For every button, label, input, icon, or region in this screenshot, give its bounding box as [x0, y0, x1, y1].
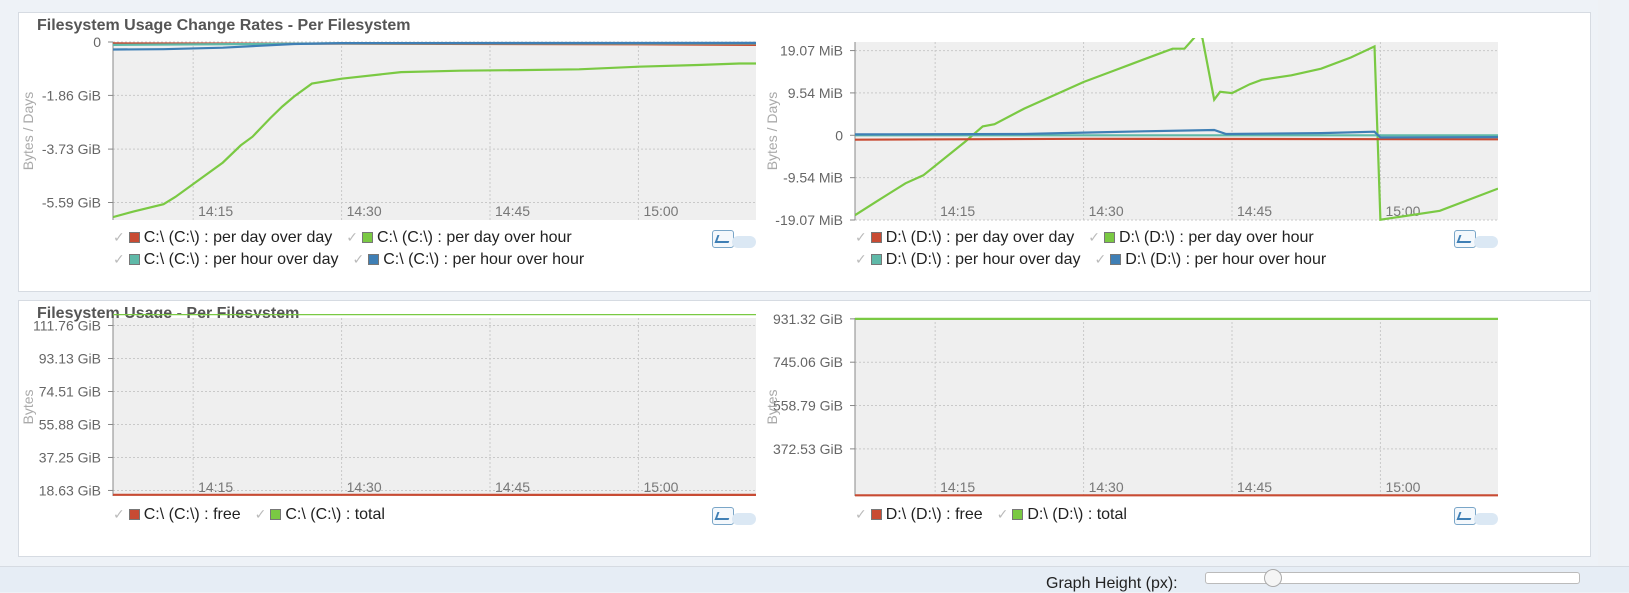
- legend-row: ✓ C:\ (C:\) : per day over day ✓ C:\ (C:\) …: [113, 229, 586, 247]
- legend-label: D:\ (D:\) : total: [1027, 506, 1127, 523]
- legend-item[interactable]: ✓ C:\ (C:\) : per day over day: [113, 229, 332, 247]
- legend-item[interactable]: ✓ D:\ (D:\) : total: [997, 506, 1127, 524]
- legend-item[interactable]: ✓ C:\ (C:\) : total: [255, 506, 385, 524]
- graph-height-slider[interactable]: [1205, 572, 1580, 584]
- page-scrollbar[interactable]: [1598, 0, 1610, 566]
- legend-label: D:\ (D:\) : per hour over hour: [1125, 251, 1326, 268]
- check-icon: ✓: [113, 506, 125, 522]
- legend-row: ✓ D:\ (D:\) : free ✓ D:\ (D:\) : total: [855, 506, 1141, 524]
- check-icon: ✓: [855, 251, 867, 267]
- legend-label: C:\ (C:\) : per day over hour: [377, 229, 572, 246]
- check-icon: ✓: [352, 251, 364, 267]
- graph-height-slider-thumb[interactable]: [1264, 569, 1282, 587]
- legend-item[interactable]: ✓ D:\ (D:\) : per day over day: [855, 229, 1074, 247]
- legend-item[interactable]: ✓ C:\ (C:\) : free: [113, 506, 241, 524]
- panel-title-usage: Filesystem Usage - Per Filesystem: [37, 305, 299, 323]
- legend-label: D:\ (D:\) : free: [886, 506, 983, 523]
- legend-item[interactable]: ✓ C:\ (C:\) : per hour over day: [113, 251, 338, 269]
- legend-label: C:\ (C:\) : total: [285, 506, 385, 523]
- legend-swatch: [129, 509, 140, 520]
- panel-title-rates: Filesystem Usage Change Rates - Per File…: [37, 17, 411, 35]
- area-chart-icon: [1474, 236, 1498, 248]
- line-chart-icon: [712, 507, 734, 525]
- legend-swatch: [1110, 254, 1121, 265]
- legend-row: ✓ D:\ (D:\) : per hour over day ✓ D:\ (D:\)…: [855, 251, 1340, 269]
- check-icon: ✓: [997, 506, 1009, 522]
- check-icon: ✓: [855, 506, 867, 522]
- legend-label: D:\ (D:\) : per day over day: [886, 229, 1075, 246]
- line-chart-icon: [1454, 230, 1476, 248]
- legend-label: D:\ (D:\) : per hour over day: [886, 251, 1081, 268]
- area-chart-icon: [732, 513, 756, 525]
- legend-item[interactable]: ✓ C:\ (C:\) : per hour over hour: [352, 251, 584, 269]
- legend-item[interactable]: ✓ D:\ (D:\) : per hour over hour: [1094, 251, 1326, 269]
- legend-swatch: [270, 509, 281, 520]
- legend-label: C:\ (C:\) : free: [144, 506, 241, 523]
- legend-item[interactable]: ✓ D:\ (D:\) : per hour over day: [855, 251, 1080, 269]
- check-icon: ✓: [113, 229, 125, 245]
- chart-type-toggle-icon[interactable]: [1454, 228, 1500, 250]
- legend-swatch: [129, 254, 140, 265]
- legend-row: ✓ D:\ (D:\) : per day over day ✓ D:\ (D:\) …: [855, 229, 1328, 247]
- legend-row: ✓ C:\ (C:\) : per hour over day ✓ C:\ (C:\)…: [113, 251, 598, 269]
- check-icon: ✓: [255, 506, 267, 522]
- legend-item[interactable]: ✓ D:\ (D:\) : free: [855, 506, 983, 524]
- check-icon: ✓: [1088, 229, 1100, 245]
- panel-change-rates: Filesystem Usage Change Rates - Per File…: [18, 12, 1591, 292]
- legend-swatch: [1104, 232, 1115, 243]
- legend-swatch: [1012, 509, 1023, 520]
- legend-item[interactable]: ✓ C:\ (C:\) : per day over hour: [346, 229, 571, 247]
- legend-label: D:\ (D:\) : per day over hour: [1119, 229, 1314, 246]
- legend-swatch: [362, 232, 373, 243]
- check-icon: ✓: [1094, 251, 1106, 267]
- legend-swatch: [871, 509, 882, 520]
- legend-label: C:\ (C:\) : per hour over day: [144, 251, 339, 268]
- legend-label: C:\ (C:\) : per day over day: [144, 229, 333, 246]
- legend-swatch: [129, 232, 140, 243]
- legend-label: C:\ (C:\) : per hour over hour: [383, 251, 584, 268]
- check-icon: ✓: [346, 229, 358, 245]
- legend-swatch: [871, 232, 882, 243]
- chart-type-toggle-icon[interactable]: [712, 228, 758, 250]
- line-chart-icon: [712, 230, 734, 248]
- legend-row: ✓ C:\ (C:\) : free ✓ C:\ (C:\) : total: [113, 506, 399, 524]
- graph-height-label: Graph Height (px):: [1046, 575, 1178, 593]
- area-chart-icon: [1474, 513, 1498, 525]
- chart-type-toggle-icon[interactable]: [712, 505, 758, 527]
- chart-type-toggle-icon[interactable]: [1454, 505, 1500, 527]
- line-chart-icon: [1454, 507, 1476, 525]
- check-icon: ✓: [113, 251, 125, 267]
- check-icon: ✓: [855, 229, 867, 245]
- area-chart-icon: [732, 236, 756, 248]
- legend-item[interactable]: ✓ D:\ (D:\) : per day over hour: [1088, 229, 1313, 247]
- legend-swatch: [871, 254, 882, 265]
- legend-swatch: [368, 254, 379, 265]
